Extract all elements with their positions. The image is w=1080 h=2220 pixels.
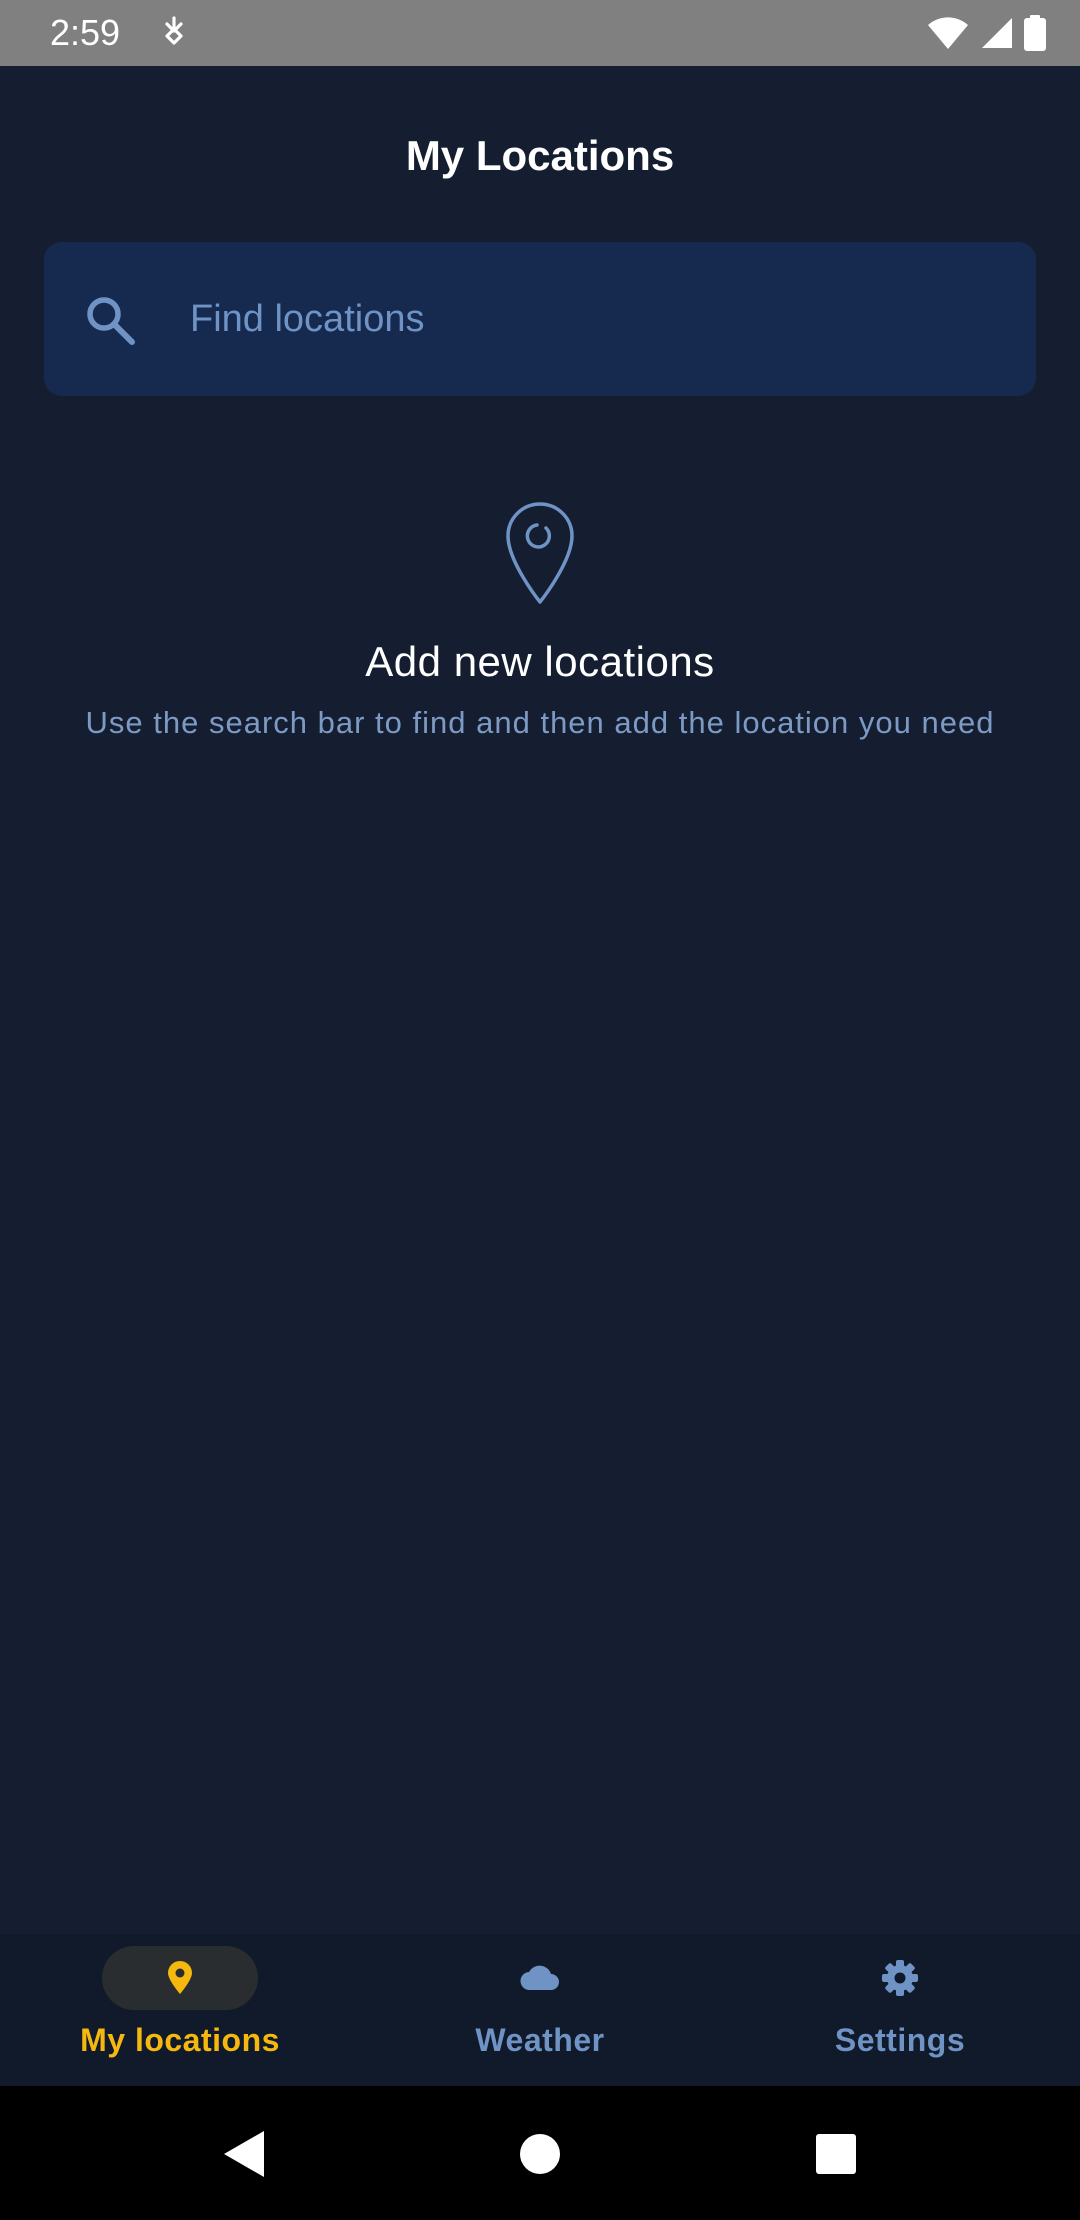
nav-item-my-locations[interactable]: My locations [0,1934,360,2086]
home-icon [520,2134,560,2174]
nav-active-indicator [102,1946,258,2010]
nav-label-weather: Weather [475,2022,605,2058]
location-pin-icon [168,1961,192,1994]
wifi-icon [928,17,968,49]
status-bar: 2:59 [0,0,1080,66]
search-bar[interactable] [44,242,1036,396]
status-time: 2:59 [50,12,121,53]
empty-state-subtitle: Use the search bar to find and then add … [85,705,995,740]
nav-label-my-locations: My locations [80,2022,280,2058]
cloud-icon [520,1965,559,1991]
bottom-navigation: My locations Weather Settings [0,1934,1080,2086]
empty-state: Add new locations Use the search bar to … [0,500,1080,744]
location-pin-icon [506,502,574,604]
back-icon [224,2131,264,2177]
battery-icon [1024,15,1046,51]
empty-state-title: Add new locations [365,638,715,685]
nav-item-weather[interactable]: Weather [360,1934,720,2086]
my-locations-screen: My Locations Add new locations Use the s… [0,66,1080,1934]
system-navigation-bar [0,2086,1080,2220]
status-icons [926,14,1046,52]
search-icon [87,297,135,345]
recents-icon [816,2134,856,2174]
search-input[interactable] [188,282,988,356]
nav-item-settings[interactable]: Settings [720,1934,1080,2086]
gear-icon [882,1960,918,1996]
back-button[interactable] [212,2122,276,2186]
download-notification-icon [165,16,183,45]
recents-button[interactable] [804,2122,868,2186]
nav-label-settings: Settings [834,2022,966,2058]
home-button[interactable] [508,2122,572,2186]
cell-signal-icon [982,18,1012,48]
page-title: My Locations [405,132,675,179]
